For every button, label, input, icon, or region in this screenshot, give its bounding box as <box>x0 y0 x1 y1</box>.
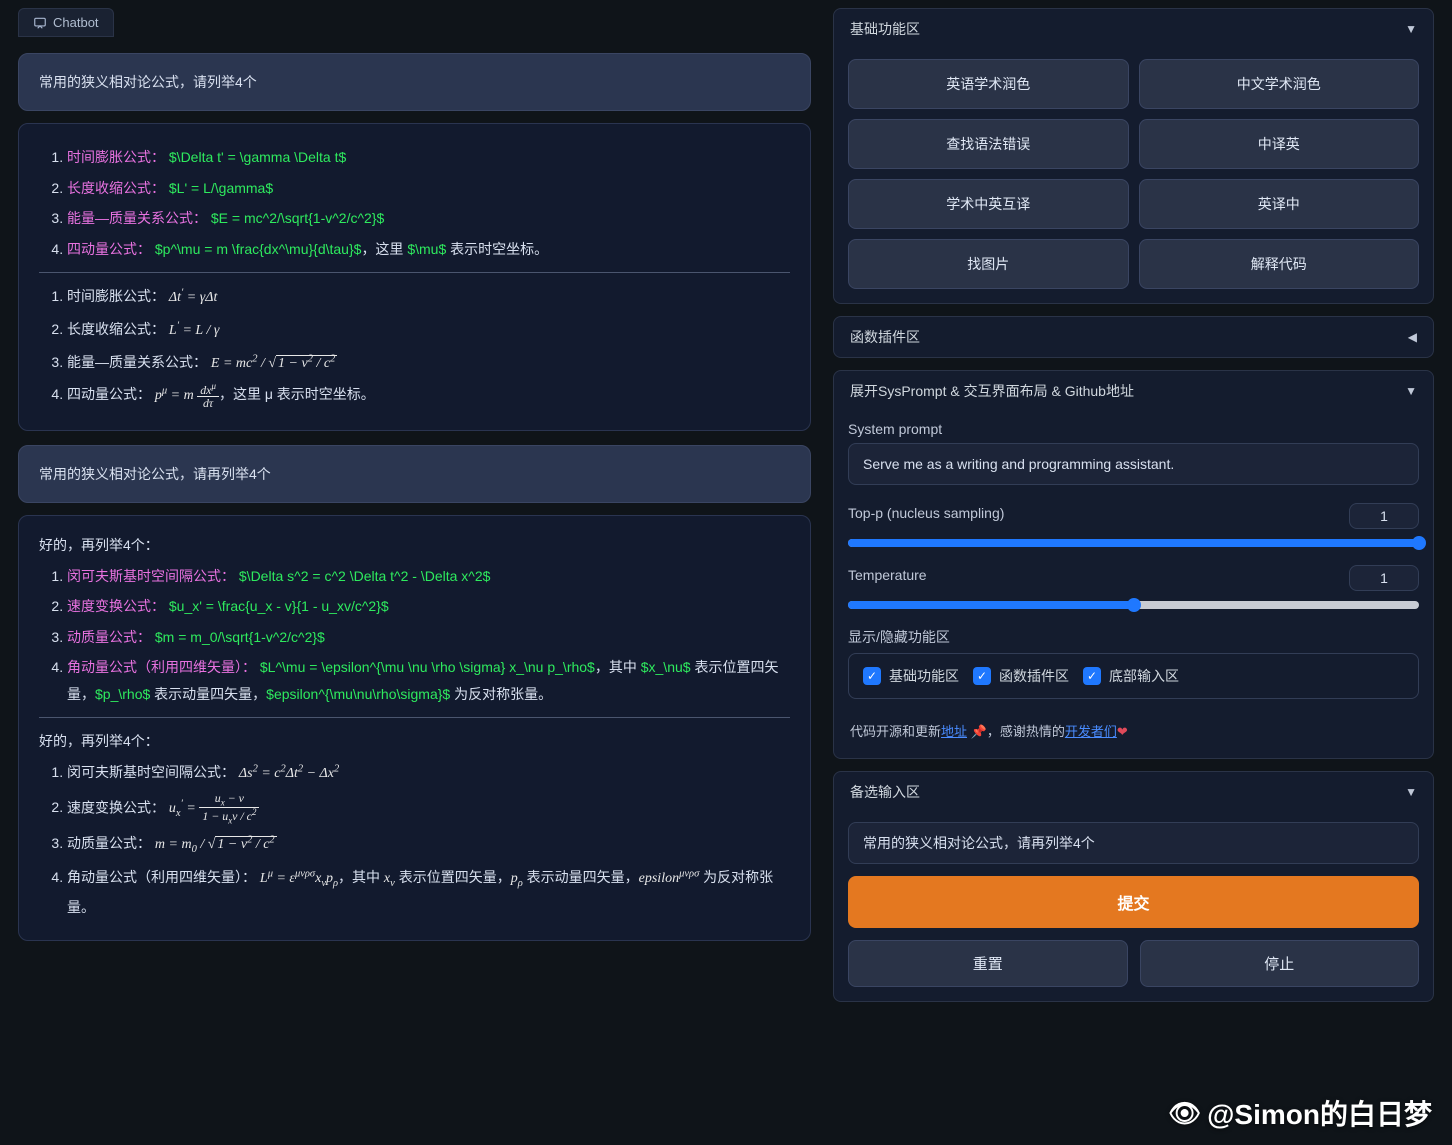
fn-btn-find-image[interactable]: 找图片 <box>848 239 1129 289</box>
chevron-down-icon: ▼ <box>1405 22 1417 36</box>
system-prompt-label: System prompt <box>848 421 1419 437</box>
checkbox-plugin-area[interactable]: ✓函数插件区 <box>973 666 1069 686</box>
fn-btn-academic-translate[interactable]: 学术中英互译 <box>848 179 1129 229</box>
check-icon: ✓ <box>863 667 881 685</box>
panel-header-basic[interactable]: 基础功能区 ▼ <box>834 9 1433 49</box>
panel-header-sysprompt[interactable]: 展开SysPrompt & 交互界面布局 & Github地址 ▼ <box>834 371 1433 411</box>
toggle-section-label: 显示/隐藏功能区 <box>848 627 1419 647</box>
bot-message: 时间膨胀公式： $\Delta t' = \gamma \Delta t$ 长度… <box>18 123 811 431</box>
rendered-formula: 能量—质量关系公式： E = mc2 / 1 − v2 / c2 <box>67 349 790 378</box>
alt-input-field[interactable] <box>848 822 1419 864</box>
fn-btn-english-polish[interactable]: 英语学术润色 <box>848 59 1129 109</box>
rendered-formula: 时间膨胀公式： Δt′ = γΔt <box>67 283 790 312</box>
rendered-formula: 长度收缩公式： L′ = L / γ <box>67 316 790 345</box>
chat-scroll[interactable]: 常用的狭义相对论公式，请列举4个 时间膨胀公式： $\Delta t' = \g… <box>18 45 815 1137</box>
fn-btn-grammar-check[interactable]: 查找语法错误 <box>848 119 1129 169</box>
chevron-down-icon: ▼ <box>1405 785 1417 799</box>
rendered-formula: 闵可夫斯基时空间隔公式： Δs2 = c2Δt2 − Δx2 <box>67 759 790 788</box>
panel-alt-input: 备选输入区 ▼ 提交 重置 停止 <box>833 771 1434 1002</box>
user-message: 常用的狭义相对论公式，请列举4个 <box>18 53 811 111</box>
rendered-formula: 速度变换公式： ux′ = ux − v1 − uxv / c2 <box>67 792 790 826</box>
rendered-formula: 角动量公式（利用四维矢量）： Lμ = εμνρσxνpρ，其中 xν 表示位置… <box>67 864 790 920</box>
topp-slider[interactable] <box>848 539 1419 547</box>
pin-icon: 📌 <box>971 724 987 739</box>
stop-button[interactable]: 停止 <box>1140 940 1420 987</box>
tab-label: Chatbot <box>53 15 99 30</box>
rendered-formula: 动质量公式： m = m0 / 1 − v2 / c2 <box>67 830 790 860</box>
fn-btn-en-to-zh[interactable]: 英译中 <box>1139 179 1420 229</box>
bot-message: 好的，再列举4个： 闵可夫斯基时空间隔公式： $\Delta s^2 = c^2… <box>18 515 811 941</box>
tab-chatbot[interactable]: Chatbot <box>18 8 114 37</box>
checkbox-bottom-input[interactable]: ✓底部输入区 <box>1083 666 1179 686</box>
panel-header-alt-input[interactable]: 备选输入区 ▼ <box>834 772 1433 812</box>
topp-label: Top-p (nucleus sampling) <box>848 505 1004 521</box>
fn-btn-chinese-polish[interactable]: 中文学术润色 <box>1139 59 1420 109</box>
fn-btn-explain-code[interactable]: 解释代码 <box>1139 239 1420 289</box>
chevron-down-icon: ▼ <box>1405 384 1417 398</box>
panel-header-plugins[interactable]: 函数插件区 ◀ <box>834 317 1433 357</box>
panel-basic-functions: 基础功能区 ▼ 英语学术润色 中文学术润色 查找语法错误 中译英 学术中英互译 … <box>833 8 1434 304</box>
topp-value-input[interactable] <box>1349 503 1419 529</box>
system-prompt-input[interactable] <box>848 443 1419 485</box>
check-icon: ✓ <box>973 667 991 685</box>
fn-btn-zh-to-en[interactable]: 中译英 <box>1139 119 1420 169</box>
repo-link[interactable]: 地址 <box>941 724 967 739</box>
check-icon: ✓ <box>1083 667 1101 685</box>
contributors-link[interactable]: 开发者们 <box>1065 724 1117 739</box>
chat-icon <box>33 16 47 30</box>
checkbox-basic-area[interactable]: ✓基础功能区 <box>863 666 959 686</box>
temperature-label: Temperature <box>848 567 927 583</box>
user-message: 常用的狭义相对论公式，请再列举4个 <box>18 445 811 503</box>
footer-credits: 代码开源和更新地址 📌，感谢热情的开发者们❤ <box>848 717 1419 744</box>
chevron-left-icon: ◀ <box>1408 330 1417 344</box>
panel-function-plugins: 函数插件区 ◀ <box>833 316 1434 358</box>
temperature-value-input[interactable] <box>1349 565 1419 591</box>
temperature-slider[interactable] <box>848 601 1419 609</box>
panel-sysprompt: 展开SysPrompt & 交互界面布局 & Github地址 ▼ System… <box>833 370 1434 759</box>
heart-icon: ❤ <box>1117 724 1128 739</box>
rendered-formula: 四动量公式： pμ = m dxμdτ，这里 μ 表示时空坐标。 <box>67 381 790 410</box>
submit-button[interactable]: 提交 <box>848 876 1419 928</box>
reset-button[interactable]: 重置 <box>848 940 1128 987</box>
